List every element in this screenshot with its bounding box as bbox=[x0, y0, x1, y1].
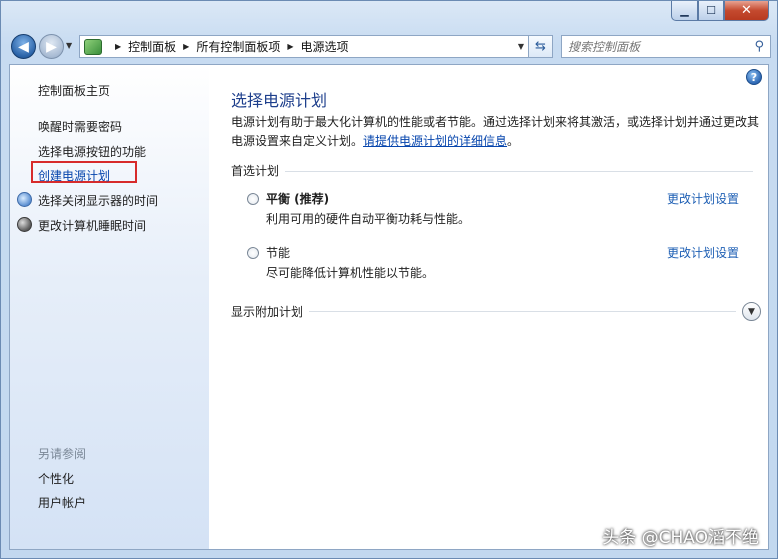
sidebar-link-sleep-time[interactable]: 更改计算机睡眠时间 bbox=[38, 217, 146, 234]
search-icon[interactable]: ⚲ bbox=[754, 39, 764, 54]
help-icon[interactable]: ? bbox=[746, 69, 762, 85]
recent-pages-dropdown[interactable]: ▼ bbox=[66, 41, 72, 50]
maximize-button[interactable]: ☐ bbox=[698, 1, 724, 21]
close-button[interactable]: ✕ bbox=[724, 1, 769, 21]
description-end: 。 bbox=[507, 134, 520, 148]
address-bar[interactable]: ▶ 控制面板 ▶ 所有控制面板项 ▶ 电源选项 ▼ bbox=[79, 35, 529, 58]
navigation-bar: ◀ ▶ ▼ ▶ 控制面板 ▶ 所有控制面板项 ▶ 电源选项 ▼ ⇆ ⚲ bbox=[9, 31, 771, 61]
sidebar-link-create-plan[interactable]: 创建电源计划 bbox=[38, 167, 110, 184]
expand-button[interactable]: ▼ bbox=[742, 302, 761, 321]
search-input[interactable] bbox=[568, 39, 768, 54]
plan-details-link[interactable]: 请提供电源计划的详细信息 bbox=[363, 134, 507, 148]
chevron-right-icon[interactable]: ▶ bbox=[183, 42, 189, 51]
sidebar-link-home[interactable]: 控制面板主页 bbox=[38, 82, 110, 99]
refresh-button[interactable]: ⇆ bbox=[529, 35, 553, 58]
show-more-plans-label[interactable]: 显示附加计划 bbox=[231, 303, 310, 320]
content-area: 控制面板主页 唤醒时需要密码 选择电源按钮的功能 创建电源计划 选择关闭显示器的… bbox=[9, 64, 769, 550]
chevron-down-icon[interactable]: ▼ bbox=[518, 42, 524, 51]
back-button[interactable]: ◀ bbox=[11, 34, 36, 59]
chevron-right-icon[interactable]: ▶ bbox=[287, 42, 293, 51]
plan-desc-power-saver: 尽可能降低计算机性能以节能。 bbox=[266, 266, 435, 280]
refresh-icon: ⇆ bbox=[535, 39, 546, 54]
sidebar-link-personalization[interactable]: 个性化 bbox=[38, 470, 74, 487]
preferred-divider bbox=[231, 171, 753, 172]
page-title: 选择电源计划 bbox=[231, 91, 328, 110]
radio-power-saver[interactable] bbox=[247, 247, 259, 259]
minimize-button[interactable]: ▁ bbox=[671, 1, 698, 21]
caption-buttons: ▁ ☐ ✕ bbox=[671, 1, 769, 21]
main-panel: ? 选择电源计划 电源计划有助于最大化计算机的性能或者节能。通过选择计划来将其激… bbox=[209, 65, 768, 549]
watermark: 头条 @CHAO滔不绝 bbox=[602, 528, 759, 548]
arrow-right-icon: ▶ bbox=[46, 38, 57, 55]
sidebar-link-power-button[interactable]: 选择电源按钮的功能 bbox=[38, 143, 146, 160]
moon-icon bbox=[17, 217, 32, 232]
plan-desc-balanced: 利用可用的硬件自动平衡功耗与性能。 bbox=[266, 212, 471, 226]
page-description: 电源计划有助于最大化计算机的性能或者节能。通过选择计划来将其激活，或选择计划并通… bbox=[231, 113, 766, 151]
window: ▁ ☐ ✕ ◀ ▶ ▼ ▶ 控制面板 ▶ 所有控制面板项 ▶ 电源选项 ▼ ⇆ … bbox=[0, 0, 778, 559]
monitor-icon bbox=[17, 192, 32, 207]
description-line-1: 电源计划有助于最大化计算机的性能或者节能。通过选择计划来将其激活，或选择计划并通… bbox=[231, 115, 760, 129]
plan-name-power-saver[interactable]: 节能 bbox=[266, 244, 290, 261]
search-box[interactable]: ⚲ bbox=[561, 35, 771, 58]
change-settings-link-balanced[interactable]: 更改计划设置 bbox=[667, 190, 739, 207]
sidebar-link-display-off[interactable]: 选择关闭显示器的时间 bbox=[38, 192, 158, 209]
radio-balanced[interactable] bbox=[247, 193, 259, 205]
breadcrumb-all-items[interactable]: 所有控制面板项 bbox=[196, 38, 280, 55]
sidebar-link-wakeup-password[interactable]: 唤醒时需要密码 bbox=[38, 118, 122, 135]
sidebar-link-user-accounts[interactable]: 用户帐户 bbox=[38, 494, 86, 511]
chevron-down-icon: ▼ bbox=[748, 306, 755, 317]
see-also-heading: 另请参阅 bbox=[38, 447, 87, 461]
preferred-plans-heading: 首选计划 bbox=[231, 162, 286, 179]
change-settings-link-power-saver[interactable]: 更改计划设置 bbox=[667, 244, 739, 261]
description-line-2: 电源设置来自定义计划。 bbox=[231, 134, 364, 148]
plan-name-balanced[interactable]: 平衡 (推荐) bbox=[266, 190, 329, 207]
chevron-right-icon[interactable]: ▶ bbox=[115, 42, 121, 51]
sidebar: 控制面板主页 唤醒时需要密码 选择电源按钮的功能 创建电源计划 选择关闭显示器的… bbox=[10, 65, 209, 549]
arrow-left-icon: ◀ bbox=[18, 38, 29, 55]
breadcrumb-control-panel[interactable]: 控制面板 bbox=[128, 38, 176, 55]
control-panel-icon bbox=[84, 38, 102, 55]
forward-button[interactable]: ▶ bbox=[39, 34, 64, 59]
breadcrumb-power-options[interactable]: 电源选项 bbox=[301, 38, 349, 55]
